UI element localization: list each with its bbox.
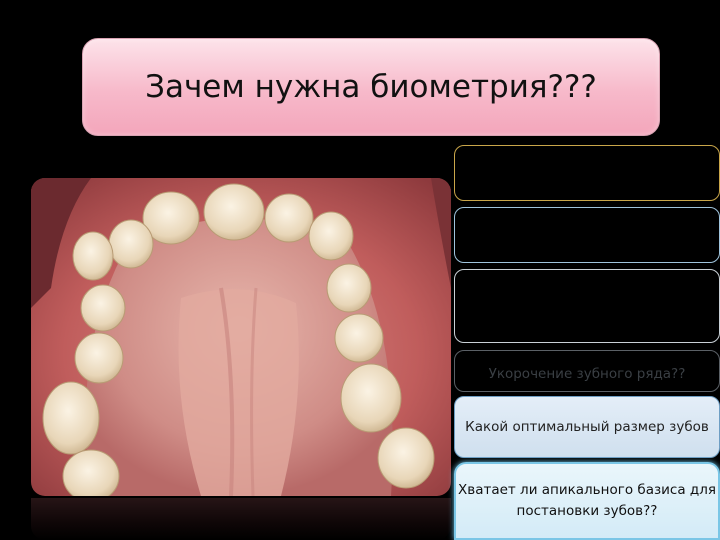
question-box-2[interactable] xyxy=(454,207,720,263)
question-label-6: Хватает ли апикального базиса для постан… xyxy=(457,482,716,519)
slide-title-box: Зачем нужна биометрия??? xyxy=(82,38,660,136)
question-label-5: Какой оптимальный размер зубов xyxy=(465,418,709,435)
question-box-1[interactable] xyxy=(454,145,720,201)
dental-arch-photo xyxy=(31,178,451,496)
question-box-3[interactable] xyxy=(454,269,720,343)
question-box-5[interactable]: Какой оптимальный размер зубов xyxy=(454,396,720,458)
slide-title: Зачем нужна биометрия??? xyxy=(145,69,597,105)
photo-reflection xyxy=(31,498,451,540)
question-box-4[interactable]: Укорочение зубного ряда?? xyxy=(454,350,720,392)
question-label-4: Укорочение зубного ряда?? xyxy=(488,366,686,383)
question-box-6[interactable]: Хватает ли апикального базиса для постан… xyxy=(454,462,720,540)
